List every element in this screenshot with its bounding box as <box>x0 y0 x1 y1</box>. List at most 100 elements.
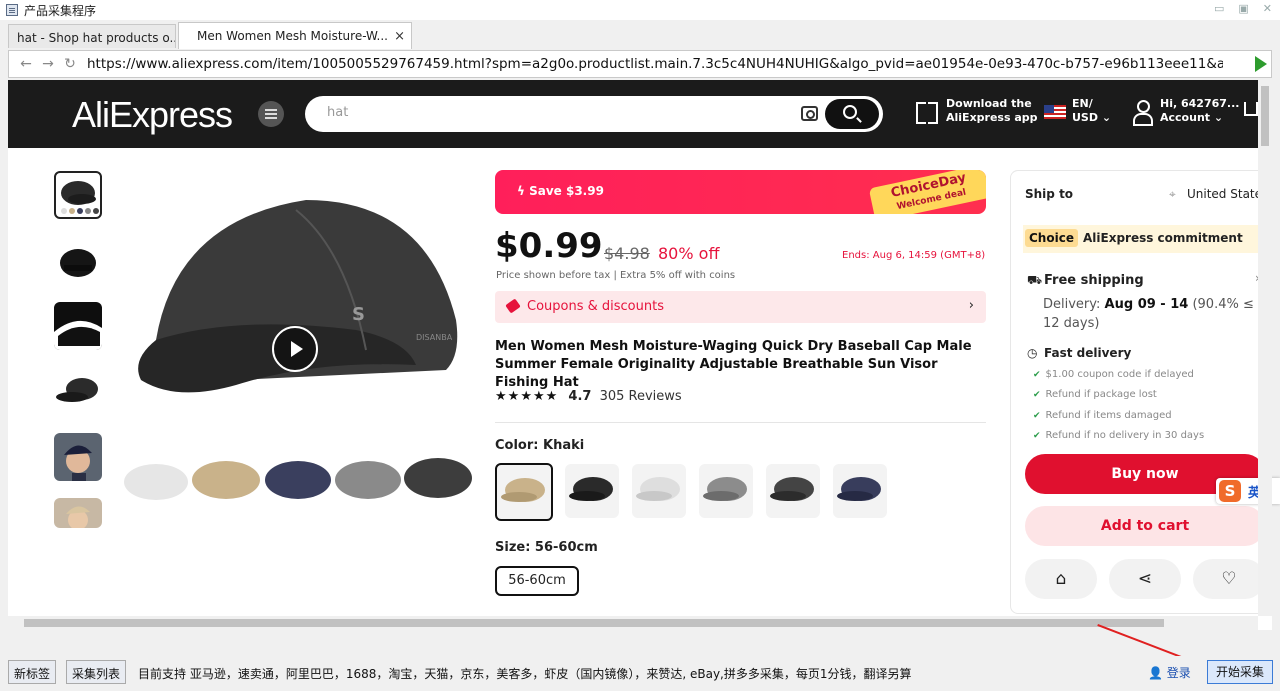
share-icon: ⋖ <box>1137 569 1153 589</box>
star-icon: ★ <box>532 389 545 404</box>
minimize-icon[interactable]: ▭ <box>1214 2 1224 15</box>
maximize-icon[interactable]: ▣ <box>1238 2 1248 15</box>
search-input[interactable] <box>327 105 767 120</box>
tab-label: hat - Shop hat products o... <box>17 31 176 45</box>
check-icon: ✔ <box>1033 411 1041 421</box>
close-window-icon[interactable]: ✕ <box>1263 2 1272 15</box>
url-field[interactable]: https://www.aliexpress.com/item/10050055… <box>87 56 1223 72</box>
cap-image <box>60 249 96 277</box>
cap-image <box>636 477 680 501</box>
size-label: Size: 56-60cm <box>495 540 598 555</box>
color-variants-row <box>124 458 472 500</box>
aliexpress-logo[interactable]: AliExpress <box>72 94 233 136</box>
benefit-item: ✔ Refund if no delivery in 30 days <box>1033 430 1204 441</box>
wishlist-button[interactable]: ♡ <box>1193 559 1265 599</box>
store-button[interactable]: ⌂ <box>1025 559 1097 599</box>
coupons-label: Coupons & discounts <box>527 299 664 314</box>
horizontal-scroll-thumb[interactable] <box>24 619 1164 627</box>
benefit-text: $1.00 coupon code if delayed <box>1045 369 1194 380</box>
login-link[interactable]: 👤 登录 <box>1148 664 1191 681</box>
window-titlebar: 产品采集程序 ▭ ▣ ✕ <box>0 0 1280 20</box>
benefit-item: ✔ $1.00 coupon code if delayed <box>1033 369 1194 380</box>
tax-note: Price shown before tax | Extra 5% off wi… <box>496 270 736 281</box>
thumbnail-2[interactable] <box>54 237 102 285</box>
refresh-icon[interactable]: ↻ <box>59 56 81 72</box>
reviews-count[interactable]: 305 Reviews <box>600 389 682 404</box>
star-icon: ★ <box>495 389 507 404</box>
choice-commitment-bar[interactable]: Choice AliExpress commitment <box>1023 225 1271 253</box>
thumbnail-5[interactable] <box>54 433 102 481</box>
cap-image <box>569 477 613 501</box>
choice-badge: Choice <box>1025 229 1078 247</box>
ship-to-country[interactable]: United State <box>1187 187 1262 201</box>
location-pin-icon: ⌖ <box>1169 187 1176 201</box>
account-menu[interactable]: Hi, 642767... Account ⌄ <box>1160 97 1239 125</box>
delivery-dates: Aug 09 - 14 <box>1104 297 1189 312</box>
cart-icon[interactable] <box>1244 102 1258 116</box>
start-collect-button[interactable]: 开始采集 <box>1207 660 1273 684</box>
back-arrow-icon[interactable]: ← <box>15 56 37 72</box>
language-currency-selector[interactable]: EN/ USD ⌄ <box>1072 97 1111 125</box>
coupons-discounts-row[interactable]: Coupons & discounts › <box>495 291 986 323</box>
play-video-icon[interactable] <box>272 326 318 372</box>
us-flag-icon <box>1044 105 1066 119</box>
benefit-text: Refund if package lost <box>1045 389 1157 400</box>
divider <box>495 422 986 423</box>
new-tab-button[interactable]: 新标签 <box>8 660 57 684</box>
vertical-scroll-thumb[interactable] <box>1261 86 1269 146</box>
check-icon: ✔ <box>1033 390 1041 400</box>
vertical-scrollbar[interactable] <box>1258 80 1272 616</box>
horizontal-scrollbar[interactable] <box>8 616 1258 630</box>
share-button[interactable]: ⋖ <box>1109 559 1181 599</box>
rating-row[interactable]: ★★★★★ 4.7 305 Reviews <box>495 389 682 404</box>
clock-icon: ◷ <box>1027 346 1038 360</box>
bottom-toolbar: 新标签 采集列表 目前支持 亚马逊，速卖通，阿里巴巴，1688，淘宝，天猫，京东… <box>0 656 1280 691</box>
user-icon[interactable] <box>1132 100 1153 126</box>
heart-icon: ♡ <box>1221 569 1237 589</box>
save-amount: ϟ Save $3.99 <box>517 184 604 198</box>
qr-code-icon[interactable] <box>916 102 938 124</box>
download-app-line1: Download the <box>946 97 1032 110</box>
camera-search-icon[interactable] <box>801 106 818 121</box>
go-arrow-icon[interactable] <box>1255 56 1267 72</box>
color-swatch-gray[interactable] <box>699 464 753 518</box>
download-app-link[interactable]: Download the AliExpress app <box>946 97 1038 125</box>
forward-arrow-icon[interactable]: → <box>37 56 59 72</box>
half-star-icon: ★ <box>545 389 558 404</box>
search-button[interactable] <box>825 99 879 129</box>
benefit-item: ✔ Refund if items damaged <box>1033 410 1172 421</box>
color-swatch-black[interactable] <box>565 464 619 518</box>
tab-close-icon[interactable]: × <box>394 29 405 44</box>
add-to-cart-button[interactable]: Add to cart <box>1025 506 1265 546</box>
delivery-rate-days: 12 days) <box>1043 316 1100 331</box>
color-swatch-white[interactable] <box>632 464 686 518</box>
color-label: Color: Khaki <box>495 438 585 453</box>
window-title: 产品采集程序 <box>24 3 97 18</box>
tab-hat-search[interactable]: hat - Shop hat products o... <box>8 24 176 48</box>
cap-image <box>703 477 747 501</box>
free-shipping-label: Free shipping <box>1044 273 1144 288</box>
color-swatch-navy[interactable] <box>833 464 887 518</box>
collect-list-button[interactable]: 采集列表 <box>66 660 127 684</box>
commitment-label: AliExpress commitment <box>1083 231 1243 245</box>
benefit-text: Refund if items damaged <box>1045 410 1172 421</box>
color-swatch-khaki[interactable] <box>495 463 553 521</box>
svg-text:S: S <box>352 304 365 325</box>
thumbnail-6[interactable] <box>54 498 102 528</box>
thumbnail-4[interactable] <box>54 367 102 415</box>
download-app-line2: AliExpress app <box>946 111 1038 124</box>
model-photo <box>54 498 102 528</box>
thumbnail-3[interactable] <box>54 302 102 350</box>
model-photo <box>54 433 102 481</box>
app-icon <box>6 4 18 16</box>
menu-icon[interactable] <box>258 101 284 127</box>
original-price: $4.98 <box>604 244 650 263</box>
tab-product[interactable]: Men Women Mesh Moisture-W... × <box>178 22 412 49</box>
login-label: 登录 <box>1166 666 1191 680</box>
product-title: Men Women Mesh Moisture-Waging Quick Dry… <box>495 339 972 390</box>
cap-image <box>61 181 99 214</box>
thumbnail-1[interactable] <box>54 171 102 219</box>
currency-label: USD ⌄ <box>1072 111 1112 124</box>
color-swatch-dark-gray[interactable] <box>766 464 820 518</box>
size-option-button[interactable]: 56-60cm <box>495 566 579 596</box>
